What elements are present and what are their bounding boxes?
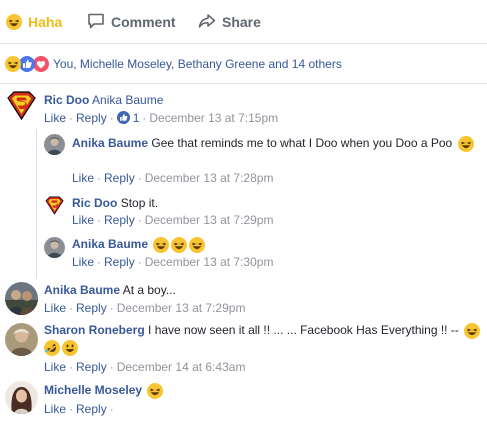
rofl-emoji-icon xyxy=(44,340,60,356)
reply-thread-line xyxy=(36,129,37,279)
laughing-emoji-icon xyxy=(464,323,481,339)
share-icon xyxy=(198,13,216,32)
timestamp[interactable]: December 13 at 7:29pm xyxy=(117,301,246,315)
comment-author[interactable]: Michelle Moseley xyxy=(44,383,142,397)
laughing-emoji-icon xyxy=(171,237,188,253)
like-count-icon xyxy=(116,111,130,124)
like-link[interactable]: Like xyxy=(72,213,94,227)
avatar[interactable] xyxy=(5,89,38,122)
comment-author[interactable]: Ric Doo xyxy=(72,196,117,210)
comment-text: At a boy... xyxy=(122,283,176,297)
comment-body: Anika Baume At a boy... xyxy=(44,283,176,297)
love-reaction-icon xyxy=(33,55,49,72)
timestamp[interactable]: December 13 at 7:28pm xyxy=(145,171,274,185)
comment-author[interactable]: Anika Baume xyxy=(72,237,148,251)
reply-link[interactable]: Reply xyxy=(104,213,135,227)
share-label: Share xyxy=(222,14,261,30)
reply-link[interactable]: Reply xyxy=(76,301,107,315)
comment-body: Michelle Moseley xyxy=(44,383,164,399)
haha-emoji-icon xyxy=(6,14,22,30)
reply-body: Anika Baume Gee that reminds me to what … xyxy=(72,136,474,152)
reply-link[interactable]: Reply xyxy=(76,402,107,416)
laughing-emoji-icon xyxy=(457,136,474,152)
grinning-emoji-icon xyxy=(62,340,78,356)
timestamp[interactable]: December 14 at 6:43am xyxy=(117,360,246,374)
timestamp[interactable]: December 13 at 7:15pm xyxy=(149,111,278,125)
avatar[interactable] xyxy=(44,195,65,216)
tagged-user[interactable]: Anika Baume xyxy=(92,93,163,107)
like-link[interactable]: Like xyxy=(72,255,94,269)
comment-author[interactable]: Ric Doo xyxy=(44,93,89,107)
avatar[interactable] xyxy=(44,237,65,258)
laughing-emoji-icon xyxy=(189,237,206,253)
reply-link[interactable]: Reply xyxy=(76,360,107,374)
comment-actions: Like · Reply · 1 · December 13 at 7:15pm xyxy=(44,111,279,125)
reply-body: Ric Doo Stop it. xyxy=(72,196,158,210)
comment-actions: Like · Reply · xyxy=(44,402,114,416)
comment-text: Stop it. xyxy=(120,196,159,210)
comment-label: Comment xyxy=(111,14,176,30)
comment-author[interactable]: Sharon Roneberg xyxy=(44,323,145,337)
laughing-emoji-icon xyxy=(153,237,170,253)
reaction-count[interactable]: 1 xyxy=(133,111,140,125)
timestamp[interactable]: December 13 at 7:29pm xyxy=(145,213,274,227)
like-link[interactable]: Like xyxy=(44,402,66,416)
like-link[interactable]: Like xyxy=(72,171,94,185)
like-reaction-icon xyxy=(19,55,35,72)
superman-logo-icon xyxy=(45,196,64,215)
comment-actions: Like · Reply · December 14 at 6:43am xyxy=(44,360,246,374)
comment-author[interactable]: Anika Baume xyxy=(72,136,148,150)
timestamp[interactable]: December 13 at 7:30pm xyxy=(145,255,274,269)
reply-link[interactable]: Reply xyxy=(104,171,135,185)
reply-actions: Like · Reply · December 13 at 7:29pm xyxy=(72,213,274,227)
reaction-summary[interactable]: You, Michelle Moseley, Bethany Greene an… xyxy=(0,44,487,84)
haha-label: Haha xyxy=(28,14,63,30)
like-link[interactable]: Like xyxy=(44,301,66,315)
comment-text: Gee that reminds me to what I Doo when y… xyxy=(151,136,453,151)
like-link[interactable]: Like xyxy=(44,360,66,374)
reply-link[interactable]: Reply xyxy=(76,111,107,125)
reply-actions: Like · Reply · December 13 at 7:30pm xyxy=(72,255,274,269)
avatar[interactable] xyxy=(5,323,38,356)
reply-actions: Like · Reply · December 13 at 7:28pm xyxy=(72,171,274,185)
reply-link[interactable]: Reply xyxy=(104,255,135,269)
superman-logo-icon xyxy=(7,91,36,121)
comment-icon xyxy=(87,13,105,32)
reply-body: Anika Baume xyxy=(72,237,206,253)
comment-body: Ric Doo Anika Baume xyxy=(44,93,163,107)
comment-author[interactable]: Anika Baume xyxy=(44,283,120,297)
laughing-emoji-icon xyxy=(147,383,164,399)
avatar[interactable] xyxy=(5,381,38,414)
comment-section: Haha Comment Share You, Michelle Moseley… xyxy=(0,0,487,421)
comment-button[interactable]: Comment xyxy=(87,11,176,33)
comment-emoji-line xyxy=(44,340,78,356)
like-link[interactable]: Like xyxy=(44,111,66,125)
reaction-summary-text[interactable]: You, Michelle Moseley, Bethany Greene an… xyxy=(53,57,342,71)
post-actions-bar: Haha Comment Share xyxy=(0,0,487,44)
haha-emoji-icon xyxy=(5,55,21,72)
share-button[interactable]: Share xyxy=(198,11,261,33)
haha-reaction-button[interactable]: Haha xyxy=(6,11,62,33)
comment-body: Sharon Roneberg I have now seen it all !… xyxy=(44,323,481,339)
avatar[interactable] xyxy=(44,134,65,155)
avatar[interactable] xyxy=(5,282,38,315)
comment-actions: Like · Reply · December 13 at 7:29pm xyxy=(44,301,246,315)
comment-text: I have now seen it all !! ... ... Facebo… xyxy=(148,323,459,338)
